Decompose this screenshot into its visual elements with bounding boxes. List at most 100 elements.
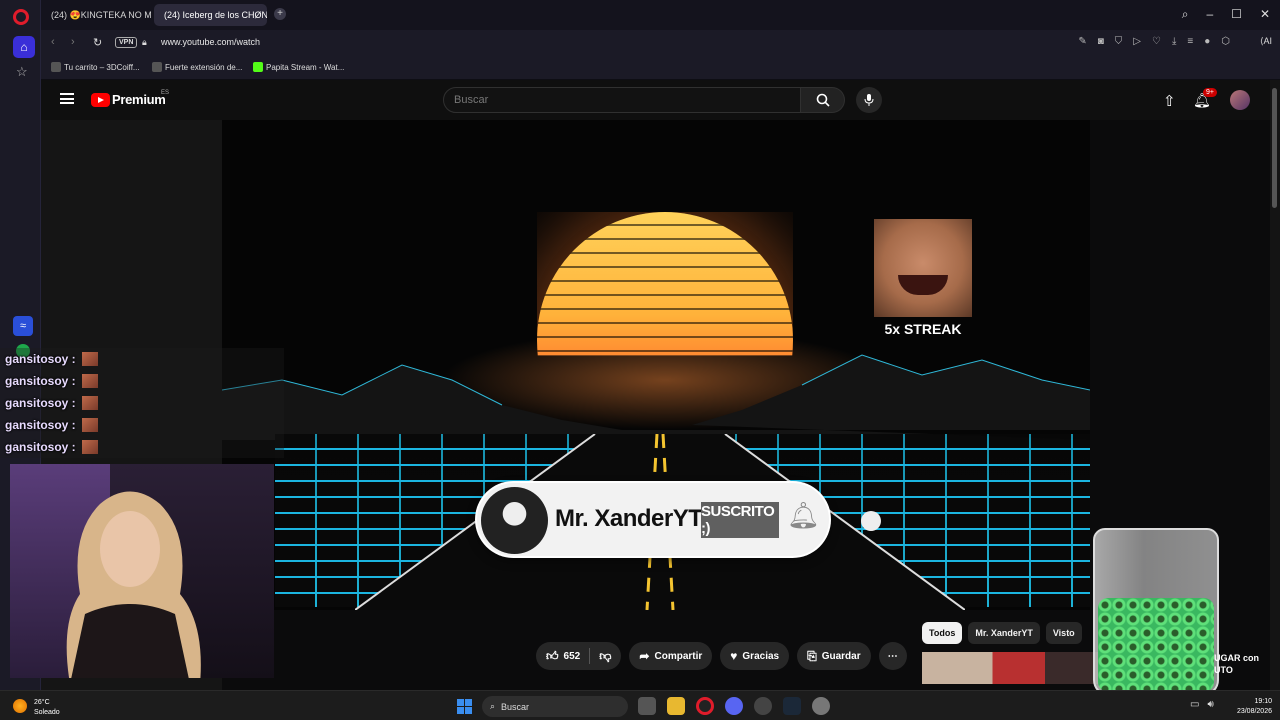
share-label: Compartir [654,650,703,662]
bookmark-item[interactable]: Tu carrito – 3DCoiff... [51,62,140,72]
forward-icon[interactable]: › [71,36,75,48]
play-icon[interactable]: ▷ [1133,36,1141,47]
taskbar-search-label: Buscar [501,701,530,712]
jar-contents [1098,598,1214,692]
bookmark-label: Tu carrito – 3DCoiff... [64,62,140,72]
discord-icon[interactable] [725,697,743,715]
taskbar-clock[interactable]: 19:10 23/08/2026 [1230,697,1272,717]
channel-name: Mr. XanderYT [555,505,703,532]
profile-icon[interactable]: ● [1204,36,1210,47]
camera-icon[interactable]: ◙ [1098,36,1104,47]
search-tabs-icon[interactable]: ⌕ [1182,7,1189,22]
network-icon[interactable]: ▭ [1190,699,1199,710]
messenger-icon[interactable]: ≈ [13,316,33,336]
star-icon[interactable]: ☆ [16,64,28,80]
notification-badge: 9+ [1203,88,1217,97]
tab-label: (24) 😍KINGTEKA NO ME [51,9,151,20]
chip-todos[interactable]: Todos [922,622,963,644]
scroll-thumb[interactable] [1272,88,1277,208]
temperature: 26°C [34,699,50,706]
home-icon[interactable]: ⌂ [13,36,35,58]
taskbar-apps [638,697,830,715]
maximize-button[interactable]: ☐ [1231,7,1242,22]
sun-weather-icon[interactable] [13,699,27,713]
subscribed-label: SUSCRITO ;) [701,502,779,538]
task-view-icon[interactable] [638,697,656,715]
aria-ai-button[interactable]: ⟨AI [1260,36,1272,47]
youtube-logo-icon[interactable] [91,93,110,107]
chip-visto[interactable]: Visto [1045,622,1082,644]
window-controls: ⌕ – ☐ ✕ [1182,7,1270,22]
emote-icon [81,418,98,432]
chip-channel[interactable]: Mr. XanderYT [968,622,1040,644]
address-bar: ‹ › ↻ VPN 🔒︎ www.youtube.com/watch ✎ ◙ ⛉… [41,30,1280,56]
address-bar-tools: ✎ ◙ ⛉ ▷ ♡ ⤓ ≡ ● ⬡ [1078,36,1230,47]
tab-label: (24) Iceberg de los CHØN [164,10,267,20]
bookmark-icon [51,62,61,72]
download-icon[interactable]: ⤓ [1172,36,1176,47]
bookmark-item[interactable]: Fuerte extensión de... [152,62,242,72]
minimize-button[interactable]: – [1206,7,1213,22]
clock-date: 23/08/2026 [1236,708,1272,715]
chat-message: gansitosoy : [5,414,98,436]
opera-logo-icon[interactable] [13,9,29,25]
hamburger-menu-icon[interactable] [60,93,74,104]
obs-icon[interactable] [754,697,772,715]
bookmark-icon [152,62,162,72]
tab-iceberg[interactable]: (24) Iceberg de los CHØN [154,4,267,26]
clock-time: 19:10 [1254,698,1272,705]
file-explorer-icon[interactable] [667,697,685,715]
upload-icon[interactable]: ⇧ [1163,92,1176,110]
ai-label: AI [1263,36,1272,46]
weather-widget[interactable]: 26°C Soleado [34,698,60,718]
emote-icon [81,440,98,454]
weather-condition: Soleado [34,709,60,716]
save-button[interactable]: ⎘ Guardar [797,642,871,670]
chat-message: gansitosoy : [5,392,98,414]
lock-icon[interactable]: 🔒︎ [142,37,147,48]
microphone-button[interactable] [856,87,882,113]
share-button[interactable]: ➦ Compartir [629,642,713,670]
url-field[interactable]: www.youtube.com/watch [161,37,260,47]
cursor-dot [861,511,881,531]
start-button[interactable] [457,699,472,714]
related-filter-chips: Todos Mr. XanderYT Visto [922,622,1082,644]
opera-gx-icon[interactable] [696,697,714,715]
bookmarks-bar: Tu carrito – 3DCoiff... Fuerte extensión… [41,56,1280,80]
thumbs-down-icon[interactable]: 👎︎ [599,649,611,664]
tab-kingteka[interactable]: (24) 😍KINGTEKA NO ME [41,4,151,26]
emote-icon [81,374,98,388]
bookmark-item[interactable]: Papita Stream - Wat... [253,62,344,72]
search-icon: ⌕ [490,701,496,711]
avatar[interactable] [1230,90,1250,110]
more-actions-button[interactable]: ⋯ [878,642,907,670]
kick-icon [253,62,263,72]
back-icon[interactable]: ‹ [51,36,55,48]
steam-icon[interactable] [783,697,801,715]
video-actions: 👍︎ 652 👎︎ ➦ Compartir ♥ Gracias ⎘ Guarda… [536,642,907,670]
youtube-brand[interactable]: Premium [112,92,166,107]
shield-icon[interactable]: ⛉ [1115,36,1123,47]
close-button[interactable]: ✕ [1260,7,1270,22]
channel-avatar [481,487,548,554]
new-tab-button[interactable]: + [274,8,286,20]
search-input[interactable]: Buscar [443,87,801,113]
search-button[interactable] [801,87,845,113]
thanks-button[interactable]: ♥ Gracias [720,642,790,670]
related-video-thumbnails[interactable] [922,652,1098,684]
extensions-icon[interactable]: ⬡ [1221,36,1230,47]
volume-icon[interactable]: 🔊︎ [1207,699,1213,710]
page-scrollbar[interactable] [1270,80,1280,690]
taskbar-search[interactable]: ⌕ Buscar [482,696,628,717]
vpn-badge[interactable]: VPN [115,37,138,48]
like-button[interactable]: 👍︎ 652 👎︎ [536,642,622,670]
streamer-figure [66,491,201,678]
microphone-icon [864,94,874,106]
menu-icon[interactable]: ≡ [1187,36,1193,47]
heart-icon[interactable]: ♡ [1152,36,1161,47]
edit-icon[interactable]: ✎ [1078,36,1086,47]
bell-icon: 🔔︎ [787,500,821,530]
thanks-label: Gracias [742,650,780,662]
reload-icon[interactable]: ↻ [93,36,102,49]
settings-icon[interactable] [812,697,830,715]
